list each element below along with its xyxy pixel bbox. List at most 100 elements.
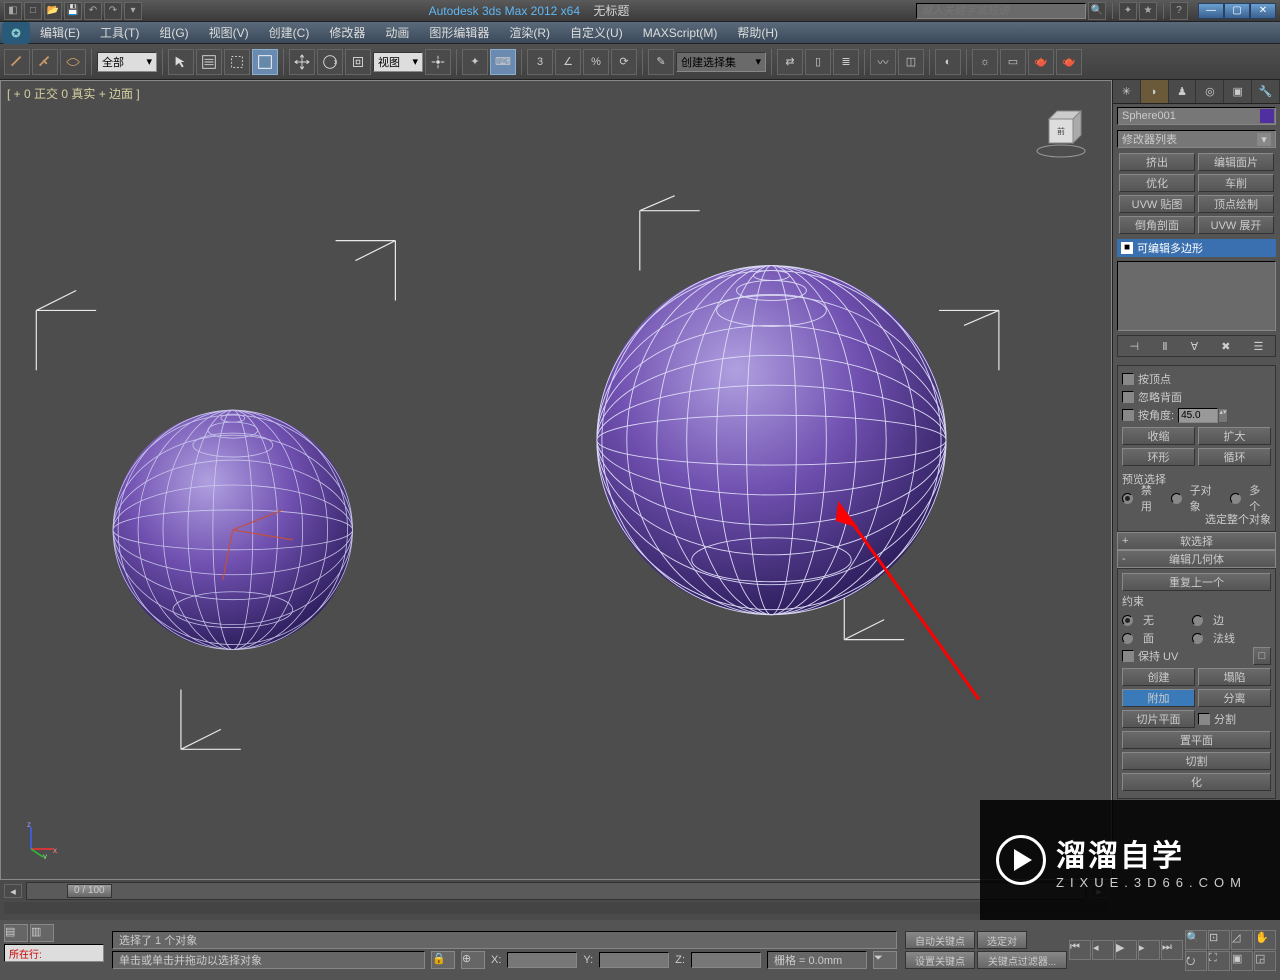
render-frame-icon[interactable]: ▭ xyxy=(1000,49,1026,75)
viewcube-icon[interactable]: 前 xyxy=(1031,101,1091,161)
move-tool-icon[interactable] xyxy=(289,49,315,75)
menu-group[interactable]: 组(G) xyxy=(149,22,198,44)
coord-z-field[interactable] xyxy=(691,952,761,968)
by-vertex-checkbox[interactable] xyxy=(1122,373,1134,385)
align-icon[interactable]: ▯ xyxy=(805,49,831,75)
mod-bevelprofile-button[interactable]: 倒角剖面 xyxy=(1119,216,1195,234)
by-angle-checkbox[interactable] xyxy=(1122,409,1134,421)
menu-graph-editors[interactable]: 图形编辑器 xyxy=(419,22,499,44)
scale-tool-icon[interactable] xyxy=(345,49,371,75)
object-color-swatch[interactable] xyxy=(1260,109,1274,123)
script-status-field[interactable]: 所在行: xyxy=(4,944,104,962)
schematic-view-icon[interactable]: ◫ xyxy=(898,49,924,75)
render-setup-icon[interactable]: ☼ xyxy=(972,49,998,75)
tab-modify-icon[interactable]: ◗ xyxy=(1141,80,1169,103)
grow-button[interactable]: 扩大 xyxy=(1198,427,1271,445)
prev-frame-icon[interactable]: ◂ xyxy=(1092,940,1114,960)
fov-icon[interactable]: ◿ xyxy=(1231,930,1253,950)
pin-stack-icon[interactable]: ⊣ xyxy=(1130,340,1140,353)
qat-dropdown-icon[interactable]: ▾ xyxy=(124,2,142,20)
link-tool-icon[interactable] xyxy=(4,49,30,75)
spinner-snap-icon[interactable]: ⟳ xyxy=(611,49,637,75)
zoom-extents-icon[interactable]: ⛶ xyxy=(1208,951,1230,971)
time-tag-icon[interactable]: ⏷ xyxy=(873,951,897,969)
pivot-center-icon[interactable] xyxy=(425,49,451,75)
split-checkbox[interactable] xyxy=(1198,713,1210,725)
app-logo-icon[interactable]: ✪ xyxy=(2,22,30,44)
modifier-stack-area[interactable] xyxy=(1117,261,1276,331)
maxscript-listener-icon[interactable]: ▥ xyxy=(30,924,54,942)
menu-create[interactable]: 创建(C) xyxy=(259,22,320,44)
coord-x-field[interactable] xyxy=(507,952,577,968)
bind-spacewarp-icon[interactable] xyxy=(60,49,86,75)
time-slider[interactable]: 0 / 100 xyxy=(26,882,1086,900)
msmooth-button[interactable]: 化 xyxy=(1122,773,1271,791)
menu-tools[interactable]: 工具(T) xyxy=(90,22,149,44)
angle-spinner[interactable] xyxy=(1178,408,1218,423)
tab-create-icon[interactable]: ✳ xyxy=(1113,80,1141,103)
goto-start-icon[interactable]: ⏮ xyxy=(1069,940,1091,960)
configure-sets-icon[interactable]: ☰ xyxy=(1254,340,1264,353)
mirror-icon[interactable]: ⇄ xyxy=(777,49,803,75)
close-button[interactable]: ✕ xyxy=(1250,3,1276,19)
constraint-face-radio[interactable] xyxy=(1122,633,1133,644)
ignore-backfacing-checkbox[interactable] xyxy=(1122,391,1134,403)
edit-named-sel-icon[interactable]: ✎ xyxy=(648,49,674,75)
mod-editpatch-button[interactable]: 编辑面片 xyxy=(1198,153,1274,171)
new-file-icon[interactable]: □ xyxy=(24,2,42,20)
render-iterative-icon[interactable]: 🫖 xyxy=(1056,49,1082,75)
lock-selection-icon[interactable]: 🔒 xyxy=(431,951,455,969)
mod-extrude-button[interactable]: 挤出 xyxy=(1119,153,1195,171)
menu-help[interactable]: 帮助(H) xyxy=(727,22,788,44)
mod-lathe-button[interactable]: 车削 xyxy=(1198,174,1274,192)
remove-modifier-icon[interactable]: ✖ xyxy=(1221,340,1230,353)
maximize-viewport-icon[interactable]: ▣ xyxy=(1231,951,1253,971)
layers-icon[interactable]: ≣ xyxy=(833,49,859,75)
menu-edit[interactable]: 编辑(E) xyxy=(30,22,90,44)
mod-uvwmap-button[interactable]: UVW 贴图 xyxy=(1119,195,1195,213)
curve-editor-icon[interactable]: 〰 xyxy=(870,49,896,75)
redo-icon[interactable]: ↷ xyxy=(104,2,122,20)
snap-3d-icon[interactable]: 3 xyxy=(527,49,553,75)
minimize-button[interactable]: — xyxy=(1198,3,1224,19)
object-name-field[interactable]: Sphere001 xyxy=(1117,107,1276,125)
menu-modifiers[interactable]: 修改器 xyxy=(319,22,375,44)
constraint-normal-radio[interactable] xyxy=(1192,633,1203,644)
soft-selection-rollout-header[interactable]: +软选择 xyxy=(1117,532,1276,550)
detach-button[interactable]: 分离 xyxy=(1198,689,1271,707)
coord-y-field[interactable] xyxy=(599,952,669,968)
key-mode-combo[interactable]: 选定对 xyxy=(977,931,1027,949)
favorites-icon[interactable]: ★ xyxy=(1139,2,1157,20)
orbit-icon[interactable]: ⭮ xyxy=(1185,951,1207,971)
unlink-tool-icon[interactable] xyxy=(32,49,58,75)
maxscript-mini-listener-icon[interactable]: ▤ xyxy=(4,924,28,942)
modifier-list-combo[interactable]: 修改器列表 xyxy=(1117,130,1276,148)
preview-subobj-radio[interactable] xyxy=(1171,493,1182,504)
next-frame-icon[interactable]: ▸ xyxy=(1138,940,1160,960)
edit-geometry-rollout-header[interactable]: -编辑几何体 xyxy=(1117,550,1276,568)
ref-coord-combo[interactable]: 视图 xyxy=(373,52,423,72)
save-file-icon[interactable]: 💾 xyxy=(64,2,82,20)
goto-end-icon[interactable]: ⏭ xyxy=(1161,940,1183,960)
show-end-result-icon[interactable]: Ⅱ xyxy=(1162,340,1167,353)
manipulate-icon[interactable]: ✦ xyxy=(462,49,488,75)
perspective-viewport[interactable]: [ + 0 正交 0 真实 + 边面 ] xyxy=(0,80,1112,880)
tab-display-icon[interactable]: ▣ xyxy=(1224,80,1252,103)
render-production-icon[interactable]: 🫖 xyxy=(1028,49,1054,75)
shrink-button[interactable]: 收缩 xyxy=(1122,427,1195,445)
loop-button[interactable]: 循环 xyxy=(1198,448,1271,466)
attach-button[interactable]: 附加 xyxy=(1122,689,1195,707)
tab-motion-icon[interactable]: ◎ xyxy=(1196,80,1224,103)
collapse-button[interactable]: 塌陷 xyxy=(1198,668,1271,686)
preview-off-radio[interactable] xyxy=(1122,493,1133,504)
menu-rendering[interactable]: 渲染(R) xyxy=(499,22,560,44)
menu-maxscript[interactable]: MAXScript(M) xyxy=(633,22,728,44)
make-unique-icon[interactable]: ∀ xyxy=(1191,340,1199,353)
tab-utilities-icon[interactable]: 🔧 xyxy=(1252,80,1280,103)
menu-animation[interactable]: 动画 xyxy=(375,22,419,44)
angle-snap-icon[interactable]: ∠ xyxy=(555,49,581,75)
mod-optimize-button[interactable]: 优化 xyxy=(1119,174,1195,192)
zoom-icon[interactable]: 🔍 xyxy=(1185,930,1207,950)
select-by-name-icon[interactable] xyxy=(196,49,222,75)
undo-icon[interactable]: ↶ xyxy=(84,2,102,20)
